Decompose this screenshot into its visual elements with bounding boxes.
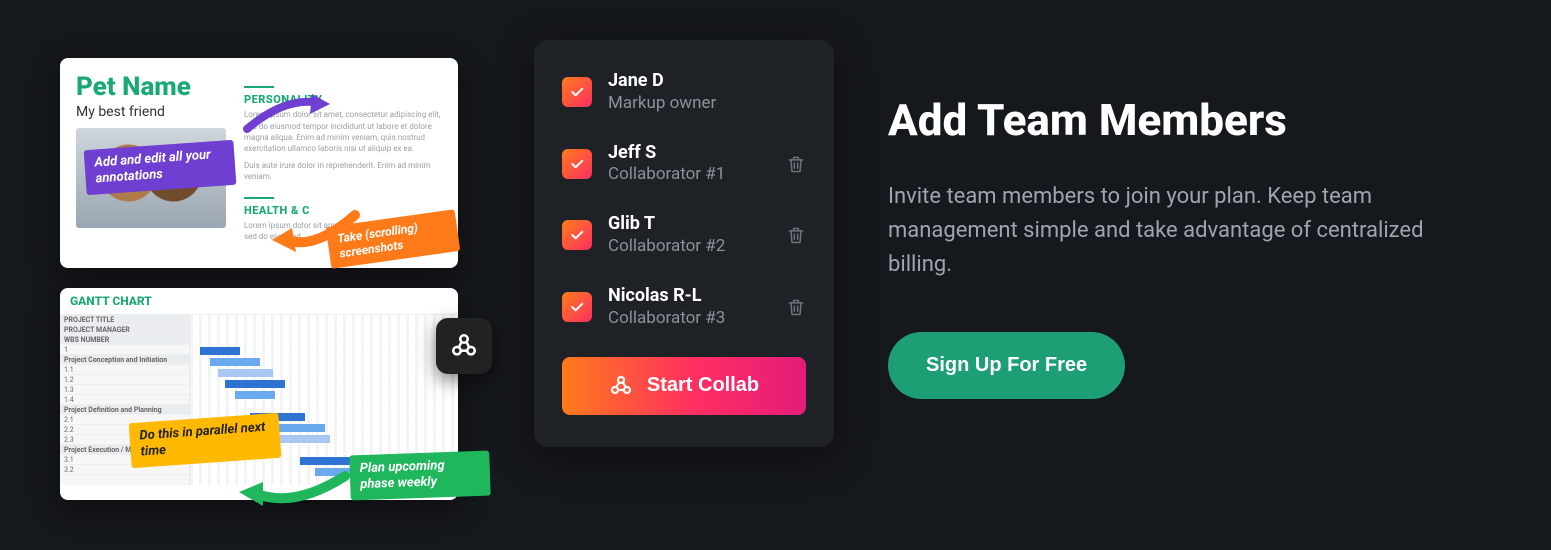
signup-label: Sign Up For Free [926,354,1087,376]
member-row: Glib TCollaborator #2 [562,213,806,257]
trash-icon [786,224,806,246]
gantt-title: GANTT CHART [70,294,152,308]
member-row: Nicolas R-LCollaborator #3 [562,285,806,329]
gantt-row-label: 1.3 [60,385,189,395]
gantt-row-label: 1.4 [60,395,189,405]
start-collab-button[interactable]: Start Collab [562,357,806,415]
feature-description: Invite team members to join your plan. K… [888,180,1491,282]
member-check-icon [562,77,592,107]
start-collab-label: Start Collab [647,374,759,397]
lorem-text: Lorem ipsum dolor sit amet, consectetur … [244,109,442,154]
gantt-row-label: 1.2 [60,375,189,385]
delete-member-button[interactable] [786,296,806,318]
pet-card-title: Pet Name [76,72,226,102]
delete-member-button[interactable] [786,224,806,246]
gantt-row-label: Project Definition and Planning [60,405,189,415]
collab-icon [450,332,478,360]
gantt-row-label: 1 [60,345,189,355]
gantt-row-label: Project Conception and Initiation [60,355,189,365]
delete-member-button[interactable] [786,153,806,175]
feature-headline: Add Team Members [888,95,1491,146]
gantt-row-label: WBS NUMBER [60,335,189,345]
member-role: Markup owner [608,92,806,114]
member-name: Jane D [608,70,806,92]
collaborators-panel: Jane DMarkup owner Jeff SCollaborator #1 G… [534,40,834,447]
member-role: Collaborator #2 [608,235,770,257]
member-role: Collaborator #1 [608,163,770,185]
member-check-icon [562,292,592,322]
gantt-row-label: 3.2 [60,465,189,475]
trash-icon [786,153,806,175]
member-name: Jeff S [608,142,770,164]
signup-button[interactable]: Sign Up For Free [888,332,1125,399]
member-name: Nicolas R-L [608,285,770,307]
feature-illustration: Pet Name My best friend PERSONALITY Lore… [60,40,480,510]
member-check-icon [562,149,592,179]
pet-card-subtitle: My best friend [76,104,226,120]
gantt-row-label: PROJECT TITLE [60,315,189,325]
member-name: Glib T [608,213,770,235]
lorem-text: Duis aute irure dolor in reprehenderit. … [244,160,442,182]
member-row: Jane DMarkup owner [562,70,806,114]
feature-copy: Add Team Members Invite team members to … [888,40,1491,399]
member-role: Collaborator #3 [608,307,770,329]
member-row: Jeff SCollaborator #1 [562,142,806,186]
trash-icon [786,296,806,318]
gantt-row-label: PROJECT MANAGER [60,325,189,335]
collab-icon [609,374,633,398]
collab-badge [436,318,492,374]
gantt-row-label: 1.1 [60,365,189,375]
annotation-plan-label: Plan upcoming phase weekly [349,451,490,500]
pet-section-personality: PERSONALITY [244,92,442,107]
member-check-icon [562,220,592,250]
